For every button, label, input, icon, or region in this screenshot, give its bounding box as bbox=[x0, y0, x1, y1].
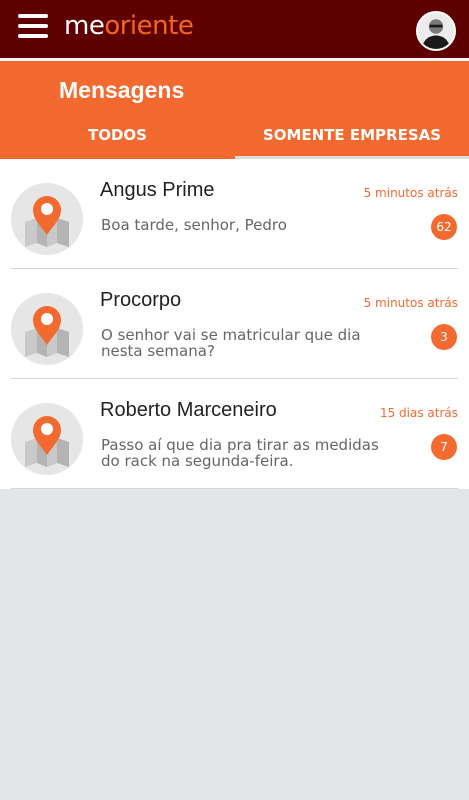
message-time: 5 minutos atrás bbox=[363, 296, 458, 310]
tab-somente-empresas[interactable]: SOMENTE EMPRESAS bbox=[235, 126, 469, 156]
contact-name: Roberto Marceneiro bbox=[100, 399, 277, 421]
hamburger-menu-icon[interactable] bbox=[18, 14, 48, 40]
map-pin-icon bbox=[11, 183, 83, 255]
map-pin-icon bbox=[11, 293, 83, 365]
contact-name: Angus Prime bbox=[100, 179, 215, 201]
map-pin-icon bbox=[11, 403, 83, 475]
message-time: 15 dias atrás bbox=[379, 406, 458, 420]
message-preview: Passo aí que dia pra tirar as medidas do… bbox=[101, 436, 379, 470]
message-item[interactable]: Roberto Marceneiro 15 dias atrás Passo a… bbox=[0, 379, 469, 489]
app-logo: meoriente bbox=[64, 11, 194, 41]
unread-count-badge: 7 bbox=[431, 434, 457, 460]
logo-oriente: oriente bbox=[104, 11, 194, 41]
tab-todos[interactable]: TODOS bbox=[0, 126, 235, 156]
message-time: 5 minutos atrás bbox=[363, 186, 458, 200]
logo-me: me bbox=[64, 11, 105, 41]
message-item[interactable]: Procorpo 5 minutos atrás O senhor vai se… bbox=[0, 269, 469, 379]
message-preview: Boa tarde, senhor, Pedro bbox=[101, 216, 287, 234]
page-title: Mensagens bbox=[59, 77, 185, 103]
unread-count-badge: 3 bbox=[431, 324, 457, 350]
message-item[interactable]: Angus Prime 5 minutos atrás Boa tarde, s… bbox=[0, 159, 469, 269]
messages-header: Mensagens TODOS SOMENTE EMPRESAS bbox=[0, 58, 469, 156]
message-list: Angus Prime 5 minutos atrás Boa tarde, s… bbox=[0, 159, 469, 489]
unread-count-badge: 62 bbox=[431, 214, 457, 240]
app-bar: meoriente bbox=[0, 0, 469, 58]
contact-name: Procorpo bbox=[100, 289, 182, 311]
message-preview: O senhor vai se matricular que dia nesta… bbox=[101, 326, 361, 360]
user-avatar[interactable] bbox=[416, 11, 456, 51]
